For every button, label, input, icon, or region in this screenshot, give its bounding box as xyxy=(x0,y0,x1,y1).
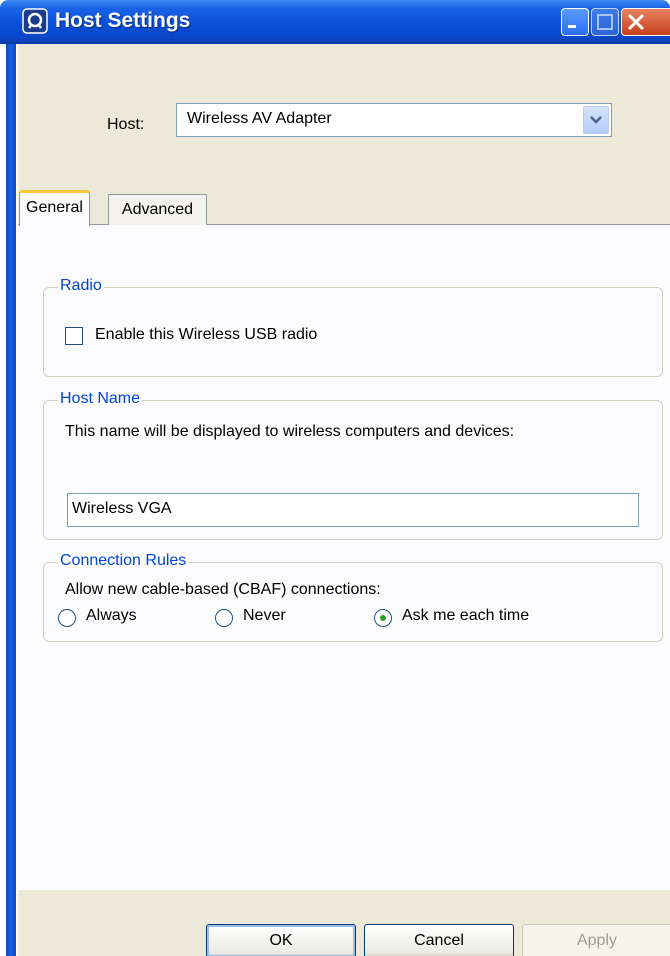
host-name-value: Wireless VGA xyxy=(72,500,172,517)
close-button[interactable] xyxy=(621,8,670,36)
title-bar[interactable]: Host Settings xyxy=(0,0,670,44)
minimize-button[interactable] xyxy=(561,8,589,36)
minimize-icon xyxy=(568,25,576,28)
host-select-value: Wireless AV Adapter xyxy=(187,110,332,127)
radio-always-label[interactable]: Always xyxy=(86,607,137,625)
connection-rules-prompt: Allow new cable-based (CBAF) connections… xyxy=(65,581,381,598)
apply-button[interactable]: Apply xyxy=(522,924,670,956)
radio-ask-each-time-label[interactable]: Ask me each time xyxy=(402,607,529,625)
dropdown-button[interactable] xyxy=(583,106,609,134)
radio-always[interactable] xyxy=(58,609,76,627)
radio-group: Radio Enable this Wireless USB radio xyxy=(43,277,663,377)
tab-page-general: Radio Enable this Wireless USB radio Hos… xyxy=(18,225,670,890)
connection-rules-title: Connection Rules xyxy=(58,552,189,570)
tab-advanced[interactable]: Advanced xyxy=(108,194,207,225)
host-name-group-title: Host Name xyxy=(58,390,143,408)
host-select[interactable]: Wireless AV Adapter xyxy=(176,103,612,137)
host-name-group: Host Name This name will be displayed to… xyxy=(43,390,663,540)
host-name-input[interactable]: Wireless VGA xyxy=(67,493,639,527)
radio-ask-each-time[interactable] xyxy=(374,609,392,627)
tab-general[interactable]: General xyxy=(19,190,90,226)
window-title: Host Settings xyxy=(55,9,191,32)
app-icon xyxy=(22,8,48,34)
maximize-icon xyxy=(597,14,613,30)
host-settings-window: Host Settings Host: Wireless AV Adapter xyxy=(0,0,670,956)
host-name-description: This name will be displayed to wireless … xyxy=(65,423,515,440)
close-icon xyxy=(627,13,645,31)
chevron-down-icon xyxy=(590,116,602,124)
radio-group-title: Radio xyxy=(58,277,104,295)
radio-never[interactable] xyxy=(215,609,233,627)
dialog-body: Host: Wireless AV Adapter General Advanc… xyxy=(18,44,670,956)
bottom-separator xyxy=(18,889,670,890)
radio-never-label[interactable]: Never xyxy=(243,607,286,625)
host-label: Host: xyxy=(107,116,145,133)
cancel-button[interactable]: Cancel xyxy=(364,924,514,956)
maximize-button[interactable] xyxy=(591,8,619,36)
connection-rules-group: Connection Rules Allow new cable-based (… xyxy=(43,552,663,642)
enable-radio-checkbox[interactable] xyxy=(65,327,83,345)
ok-button[interactable]: OK xyxy=(206,924,356,956)
enable-radio-label[interactable]: Enable this Wireless USB radio xyxy=(95,326,317,344)
window-frame xyxy=(0,44,18,956)
